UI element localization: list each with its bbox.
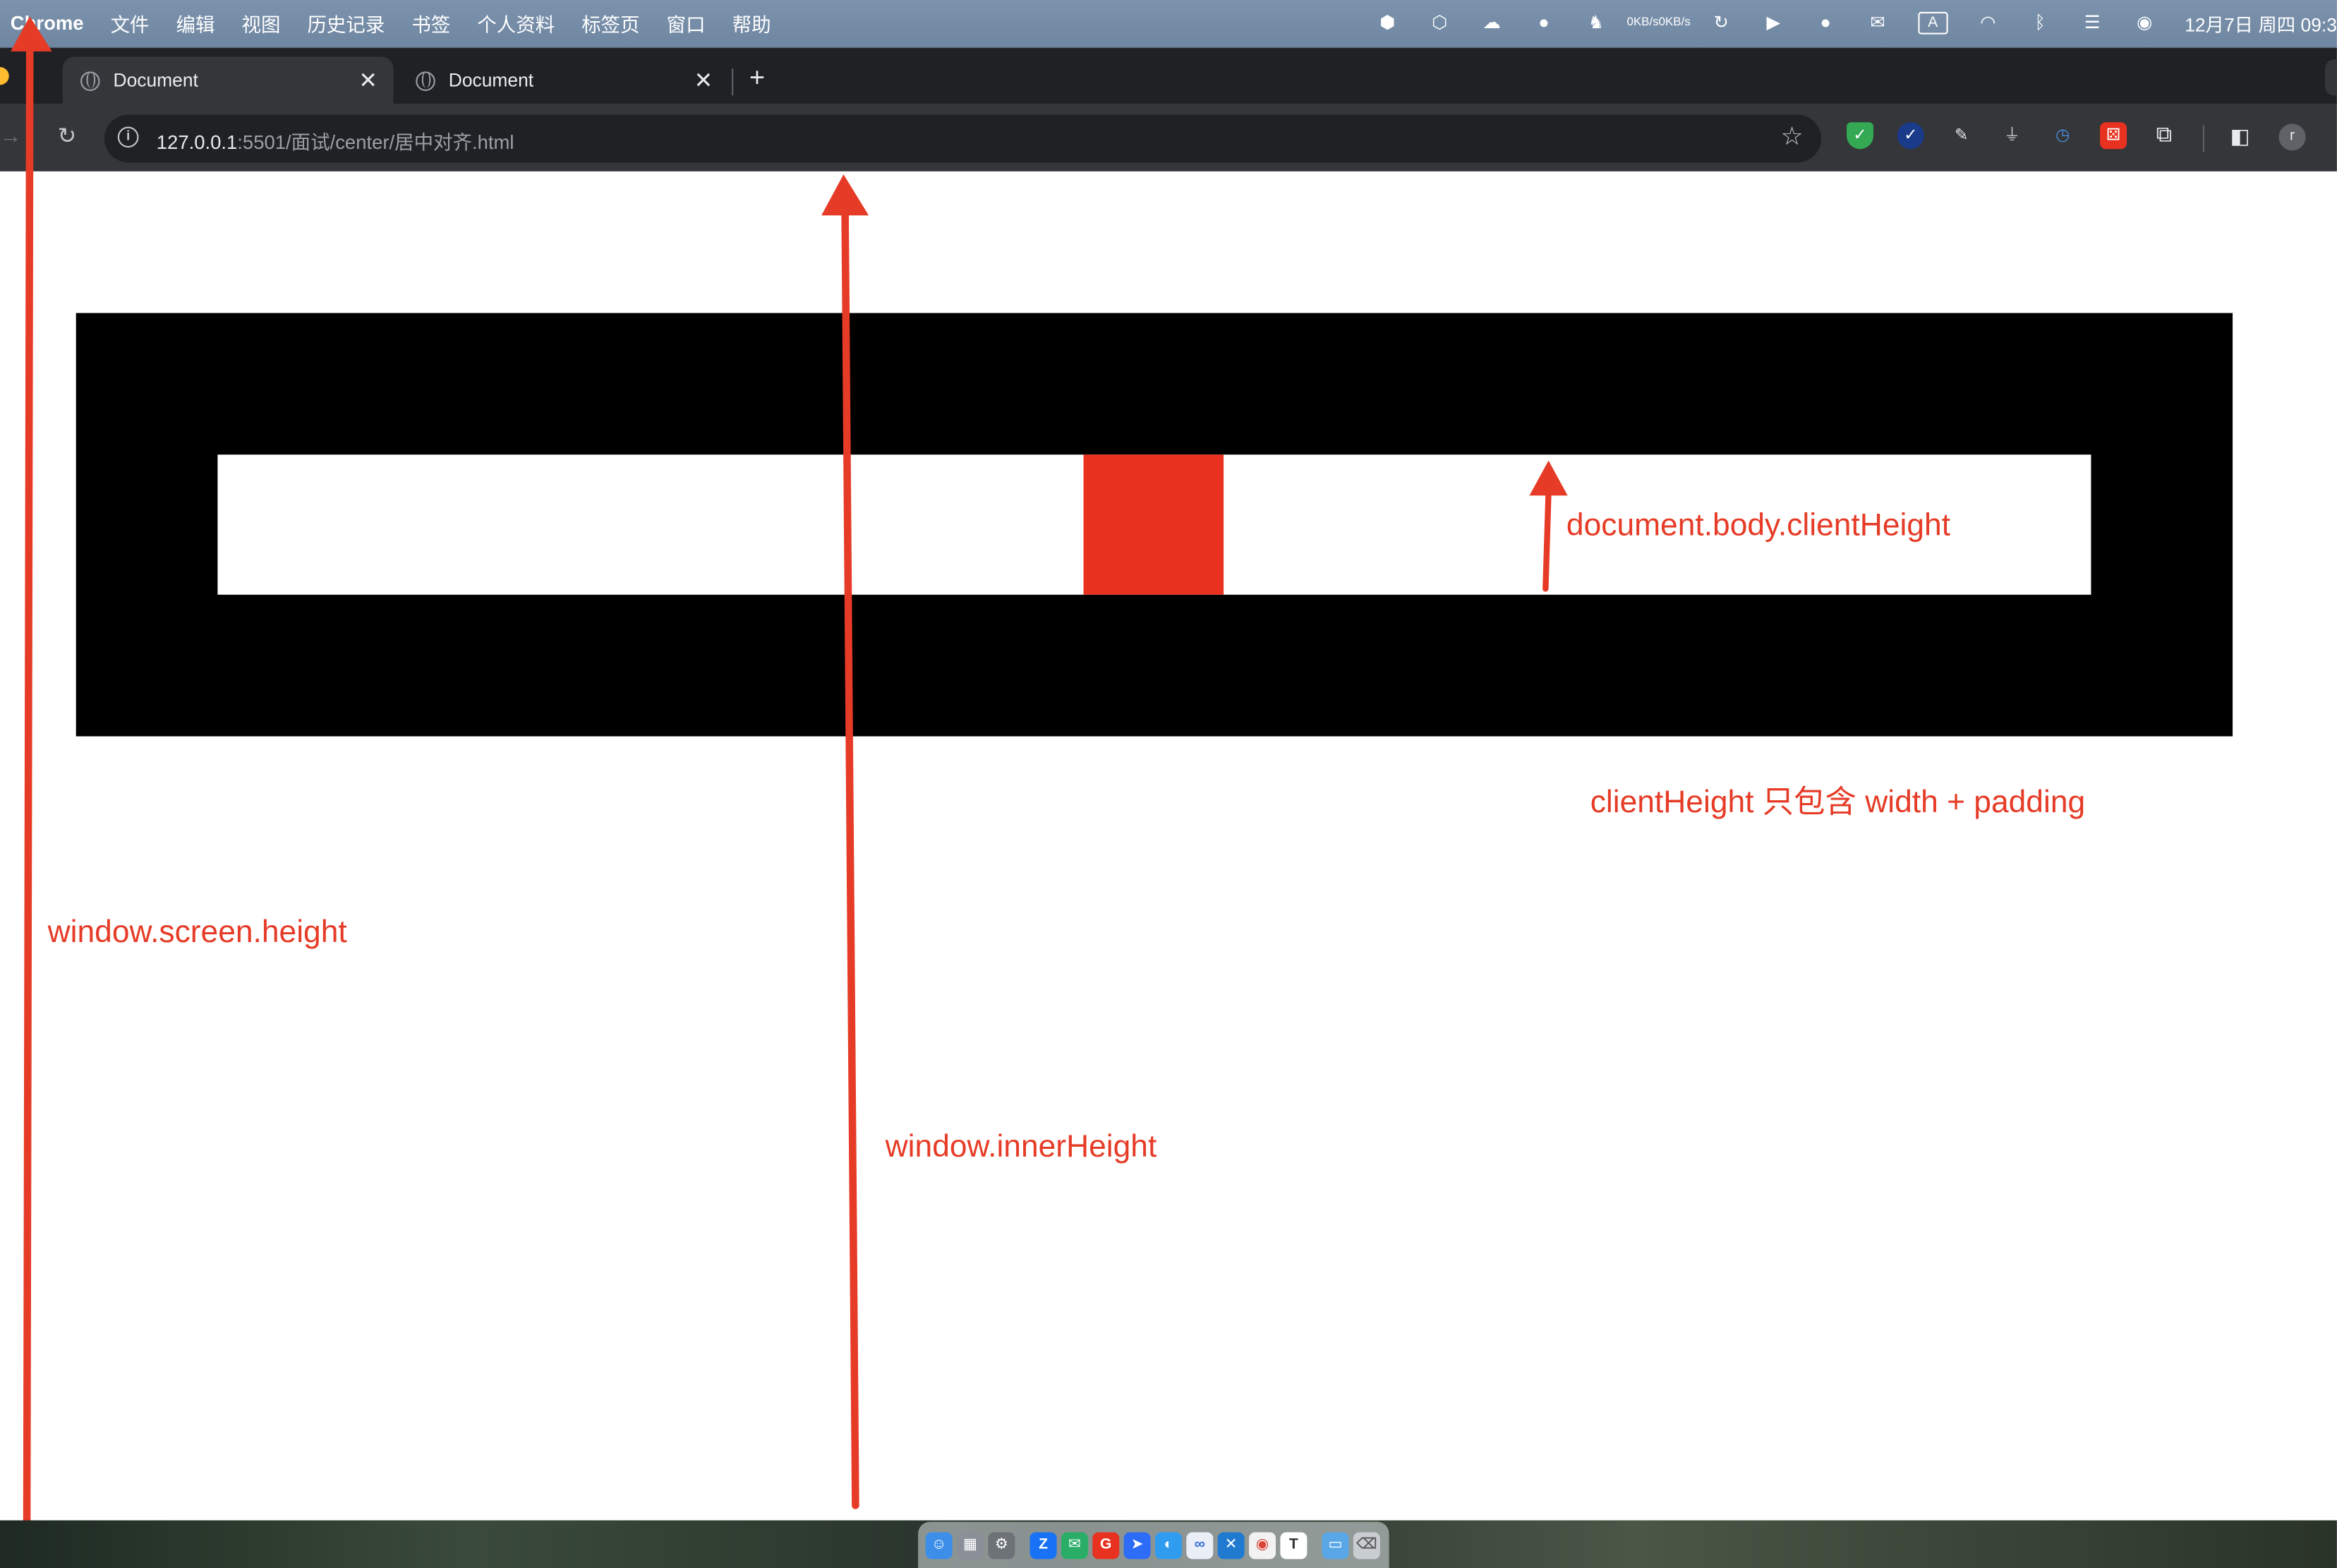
eyedropper-extension-icon[interactable]: ✎ [1948, 122, 1975, 149]
tab-title: Document [113, 70, 198, 91]
annotation-body-client-height: document.body.clientHeight [1566, 508, 1951, 543]
new-tab-button[interactable]: + [744, 59, 771, 95]
globe-icon [416, 71, 435, 90]
hat-icon[interactable]: ☁ [1480, 11, 1504, 35]
net-up-speed: 0KB/s [1626, 15, 1659, 29]
filter-extension-icon[interactable]: ⏚ [1998, 122, 2025, 149]
vscode-icon[interactable]: ✕ [1217, 1531, 1245, 1559]
macos-menu-bar: Chrome 文件 编辑 视图 历史记录 书签 个人资料 标签页 窗口 帮助 ⬢… [0, 0, 2337, 48]
refresh-g-icon[interactable]: ↻ [1709, 11, 1733, 35]
menu-edit[interactable]: 编辑 [176, 8, 215, 37]
control-center-icon[interactable]: ☰ [2080, 11, 2104, 35]
tab-close-icon[interactable]: ✕ [690, 67, 717, 94]
browser-icon[interactable]: ◐ [1154, 1531, 1182, 1559]
puzzle-extensions-icon[interactable]: ⧉ [2151, 122, 2178, 149]
settings-icon[interactable]: ⚙ [988, 1531, 1015, 1559]
wechat-icon[interactable]: ✉ [1866, 11, 1890, 35]
wechat-icon[interactable]: ✉ [1061, 1531, 1088, 1559]
tab-title: Document [448, 70, 534, 91]
browser-toolbar: → ↻ i 127.0.0.1:5501/面试/center/居中对齐.html… [0, 104, 2337, 171]
profile-avatar[interactable]: r [2278, 123, 2306, 151]
screen: Chrome 文件 编辑 视图 历史记录 书签 个人资料 标签页 窗口 帮助 ⬢… [0, 0, 2337, 1568]
net-down-speed: 0KB/s [1658, 15, 1691, 29]
chrome-icon[interactable]: ◉ [1249, 1531, 1276, 1559]
baidu-icon[interactable]: ∞ [1186, 1531, 1214, 1559]
input-method-icon[interactable]: A [1918, 11, 1948, 34]
globe-icon [80, 71, 100, 90]
bookmark-star-icon[interactable]: ☆ [1781, 122, 1804, 152]
check-extension-icon[interactable]: ✓ [1897, 122, 1924, 150]
trash-icon[interactable]: ⌫ [1353, 1531, 1380, 1559]
reload-icon[interactable]: ↻ [51, 121, 83, 153]
menu-clock[interactable]: 12月7日 周四 09:3 [2185, 8, 2337, 37]
menu-app-name[interactable]: Chrome [11, 11, 84, 34]
centered-red-square [1083, 454, 1224, 595]
window-minimize-button[interactable] [0, 67, 9, 85]
menu-help[interactable]: 帮助 [732, 8, 771, 37]
menu-view[interactable]: 视图 [242, 8, 281, 37]
page-viewport [0, 171, 2337, 1521]
menu-file[interactable]: 文件 [111, 8, 150, 37]
tab-document-active[interactable]: Document ✕ [62, 56, 394, 104]
menu-tabs[interactable]: 标签页 [581, 8, 639, 37]
address-bar[interactable]: i 127.0.0.1:5501/面试/center/居中对齐.html ☆ [104, 114, 1822, 163]
dice-extension-icon[interactable]: ⚄ [2100, 122, 2127, 150]
annotation-screen-height: window.screen.height [47, 915, 347, 950]
forward-icon[interactable]: → [0, 121, 27, 153]
record-dot-icon[interactable]: ● [1813, 11, 1837, 35]
url-host: 127.0.0.1 [156, 131, 238, 154]
typora-icon[interactable]: T [1280, 1531, 1308, 1559]
play-icon[interactable]: ▶ [1761, 11, 1785, 35]
clock-extension-icon[interactable]: ◷ [2049, 122, 2076, 149]
dot-icon[interactable]: ● [1532, 11, 1556, 35]
cat-icon[interactable]: ♞ [1584, 11, 1608, 35]
shield-outline-icon[interactable]: ⬡ [1427, 11, 1451, 35]
launchpad-icon[interactable]: ▦ [957, 1531, 984, 1559]
tab-search-button[interactable] [2325, 59, 2337, 96]
tab-document[interactable]: Document ✕ [398, 56, 729, 104]
siri-icon[interactable]: ◉ [2132, 11, 2156, 35]
toolbar-divider [2202, 125, 2204, 152]
finder-icon[interactable]: ☺ [925, 1531, 953, 1559]
tab-separator [732, 68, 734, 96]
shield-extension-icon[interactable]: ✓ [1847, 122, 1874, 150]
tab-close-icon[interactable]: ✕ [355, 67, 382, 94]
menu-status-area: ⬢ ⬡ ☁ ● ♞ 0KB/s 0KB/s ↻ ▶ ● ✉ A ◠ ᛒ ☰ ◉ 1… [1375, 0, 2337, 44]
dock: ☺ ▦ ⚙ Z ✉ G ➤ ◐ ∞ ✕ ◉ T ▭ ⌫ [918, 1521, 1389, 1568]
tab-strip: Document ✕ Document ✕ + [0, 47, 2337, 104]
side-panel-icon[interactable]: ◧ [2227, 122, 2254, 149]
wifi-icon[interactable]: ◠ [1976, 11, 2000, 35]
site-info-icon[interactable]: i [117, 126, 139, 148]
menu-left: Chrome 文件 编辑 视图 历史记录 书签 个人资料 标签页 窗口 帮助 [11, 0, 771, 44]
menu-history[interactable]: 历史记录 [307, 8, 385, 37]
folder-icon[interactable]: ▭ [1322, 1531, 1349, 1559]
feishu-icon[interactable]: ➤ [1123, 1531, 1151, 1559]
address-url[interactable]: 127.0.0.1:5501/面试/center/居中对齐.html [157, 127, 514, 155]
menu-bookmarks[interactable]: 书签 [411, 8, 450, 37]
menu-profiles[interactable]: 个人资料 [477, 8, 555, 37]
menu-window[interactable]: 窗口 [667, 8, 706, 37]
url-path: :5501/面试/center/居中对齐.html [237, 131, 514, 154]
network-speed[interactable]: 0KB/s 0KB/s [1626, 11, 1690, 35]
cube-icon[interactable]: ⬢ [1375, 11, 1399, 35]
git-icon[interactable]: G [1092, 1531, 1120, 1559]
annotation-inner-height: window.innerHeight [885, 1130, 1157, 1164]
annotation-client-height-note: clientHeight 只包含 width + padding [1590, 785, 2086, 820]
bluetooth-icon[interactable]: ᛒ [2028, 11, 2052, 35]
zhihu-icon[interactable]: Z [1029, 1531, 1057, 1559]
